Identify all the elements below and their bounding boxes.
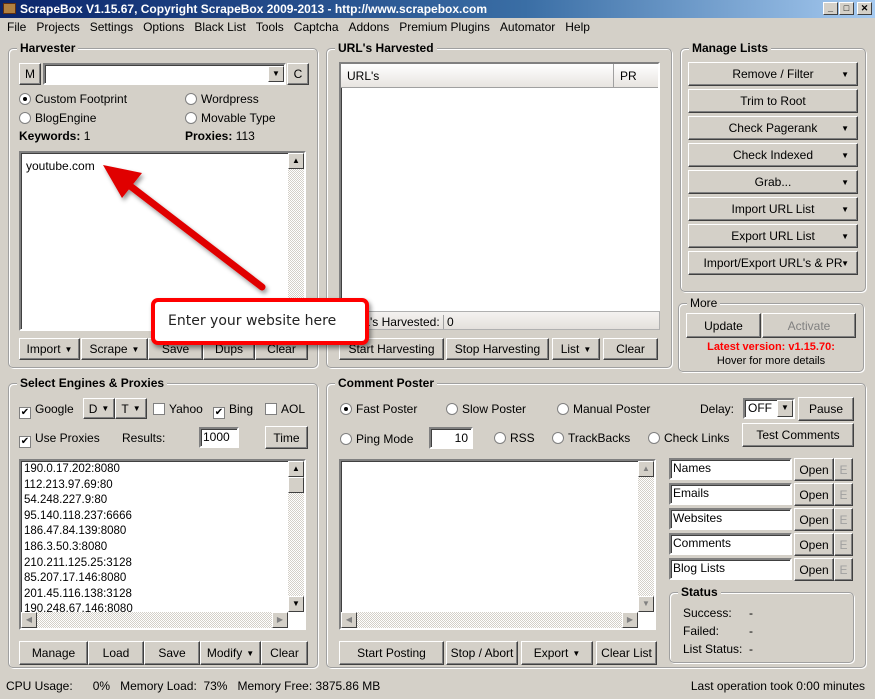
- arrow-shaft: [121, 178, 266, 291]
- annotation-arrow: [103, 165, 266, 291]
- callout-box: Enter your website here: [151, 298, 369, 345]
